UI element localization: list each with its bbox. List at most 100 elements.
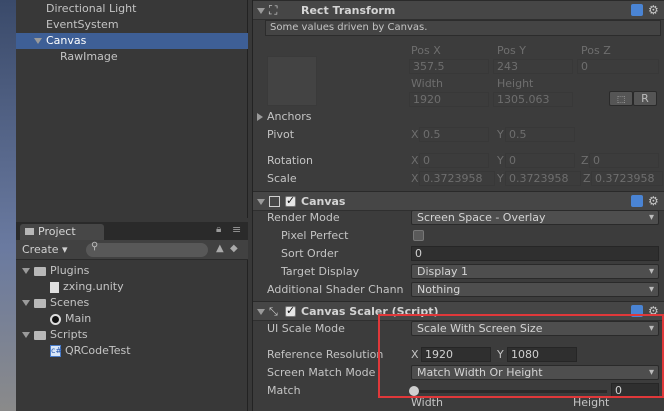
raw-edit-button[interactable]: R [633,91,657,106]
scale-z-field[interactable]: 0.3723958 [591,171,663,186]
pos-z-field[interactable]: 0 [577,59,659,74]
scale-y-label: Y [497,172,504,185]
rotation-x-field[interactable]: 0 [419,153,489,168]
pivot-y-label: Y [497,128,504,141]
scene-view-edge [0,0,16,411]
project-item-zxing[interactable]: zxing.unity [50,279,124,295]
create-button[interactable]: Create ▾ [22,243,68,257]
blueprint-mode-button[interactable]: ⬚ [609,91,633,106]
canvas-scaler-enabled-checkbox[interactable] [285,304,296,317]
help-icon[interactable] [631,195,643,207]
reference-resolution-label: Reference Resolution [267,348,384,361]
canvas-title: Canvas [301,195,346,208]
pixel-perfect-checkbox[interactable] [413,230,424,241]
pos-z-label: Pos Z [581,44,611,57]
rotation-label: Rotation [267,154,314,167]
project-item-label: Main [65,312,92,325]
target-display-dropdown[interactable]: Display 1 [411,264,659,279]
sort-order-label: Sort Order [281,247,339,260]
render-mode-label: Render Mode [267,211,340,224]
canvas-enabled-checkbox[interactable] [285,194,296,207]
driven-notice-text: Some values driven by Canvas. [270,22,428,33]
expand-arrow-icon[interactable] [34,38,42,44]
scale-label: Scale [267,172,297,185]
file-icon [50,281,59,293]
screen-match-mode-label: Screen Match Mode [267,366,376,379]
anchors-expand-icon[interactable] [257,113,263,121]
filter-by-label-icon[interactable]: ◆ [230,243,238,254]
canvas-icon [269,196,280,207]
project-search-input[interactable]: ⚲ [86,241,208,257]
shader-channels-label: Additional Shader Chann [267,283,404,296]
ui-scale-mode-label: UI Scale Mode [267,322,345,335]
project-item-label: Scripts [50,328,88,341]
project-item-label: QRCodeTest [65,344,131,357]
csharp-script-icon: c# [50,345,63,357]
collapse-arrow-icon[interactable] [257,199,265,205]
scale-x-field[interactable]: 0.3723958 [419,171,495,186]
hierarchy-item-directional-light[interactable]: Directional Light [46,1,136,17]
shader-channels-dropdown[interactable]: Nothing [411,282,659,297]
folder-icon [34,298,46,308]
project-item-main[interactable]: Main [50,311,91,327]
pos-x-label: Pos X [411,44,441,57]
project-item-scripts[interactable]: Scripts [22,327,88,343]
expand-arrow-icon[interactable] [22,300,30,306]
expand-arrow-icon[interactable] [22,268,30,274]
pos-x-field[interactable]: 357.5 [409,59,489,74]
folder-icon [34,330,46,340]
rotation-z-field[interactable]: 0 [589,153,659,168]
scale-x-label: X [411,172,419,185]
blueprint-icon: ⬚ [616,95,626,105]
hierarchy-item-label: EventSystem [46,18,119,31]
target-display-value: Display 1 [417,265,469,278]
tab-project[interactable]: Project [20,224,104,240]
rotation-x-label: X [411,154,419,167]
driven-notice: Some values driven by Canvas. [265,20,661,36]
rotation-y-field[interactable]: 0 [505,153,575,168]
render-mode-value: Screen Space - Overlay [417,211,546,224]
filter-by-type-icon[interactable]: ▲ [216,243,224,254]
pos-y-label: Pos Y [497,44,526,57]
sort-order-field[interactable]: 0 [411,246,659,261]
project-item-qrcodetest[interactable]: c# QRCodeTest [50,343,131,359]
project-item-label: Plugins [50,264,90,277]
rect-transform-title: Rect Transform [301,4,396,17]
pivot-x-field[interactable]: 0.5 [419,127,489,142]
canvas-header[interactable]: Canvas ⚙ [253,191,664,211]
height-field[interactable]: 1305.063 [493,92,573,107]
project-item-scenes[interactable]: Scenes [22,295,89,311]
menu-icon[interactable]: ≡ [232,223,241,236]
hierarchy-item-canvas[interactable]: Canvas [16,33,248,49]
pivot-y-field[interactable]: 0.5 [505,127,575,142]
project-item-label: Scenes [50,296,90,309]
raw-edit-label: R [641,92,649,105]
anchor-presets-button[interactable] [267,56,317,106]
width-label: Width [411,77,443,90]
width-field[interactable]: 1920 [409,92,489,107]
scale-y-field[interactable]: 0.3723958 [505,171,581,186]
project-item-plugins[interactable]: Plugins [22,263,89,279]
rotation-y-label: Y [497,154,504,167]
project-panel: Project 🔒︎ ≡ Create ▾ ⚲ ▲ ◆ Plugins zxin… [16,222,248,411]
match-label: Match [267,384,301,397]
height-label: Height [497,77,534,90]
gear-icon[interactable]: ⚙ [648,3,659,17]
gear-icon[interactable]: ⚙ [648,194,659,208]
render-mode-dropdown[interactable]: Screen Space - Overlay [411,210,659,225]
anchors-label[interactable]: Anchors [267,110,312,123]
hierarchy-item-label: RawImage [60,50,118,63]
pos-y-field[interactable]: 243 [493,59,573,74]
pixel-perfect-label: Pixel Perfect [281,229,349,242]
pivot-x-label: X [411,128,419,141]
rect-transform-header[interactable]: ⛶ Rect Transform ⚙ [253,0,664,20]
expand-arrow-icon[interactable] [22,332,30,338]
collapse-arrow-icon[interactable] [257,8,265,14]
help-icon[interactable] [631,4,643,16]
hierarchy-item-rawimage[interactable]: RawImage [60,49,118,65]
hierarchy-item-eventsystem[interactable]: EventSystem [46,17,119,33]
rotation-z-label: Z [581,154,589,167]
lock-icon[interactable]: 🔒︎ [216,224,221,235]
project-toolbar: Create ▾ ⚲ ▲ ◆ [16,240,248,260]
collapse-arrow-icon[interactable] [257,309,265,315]
